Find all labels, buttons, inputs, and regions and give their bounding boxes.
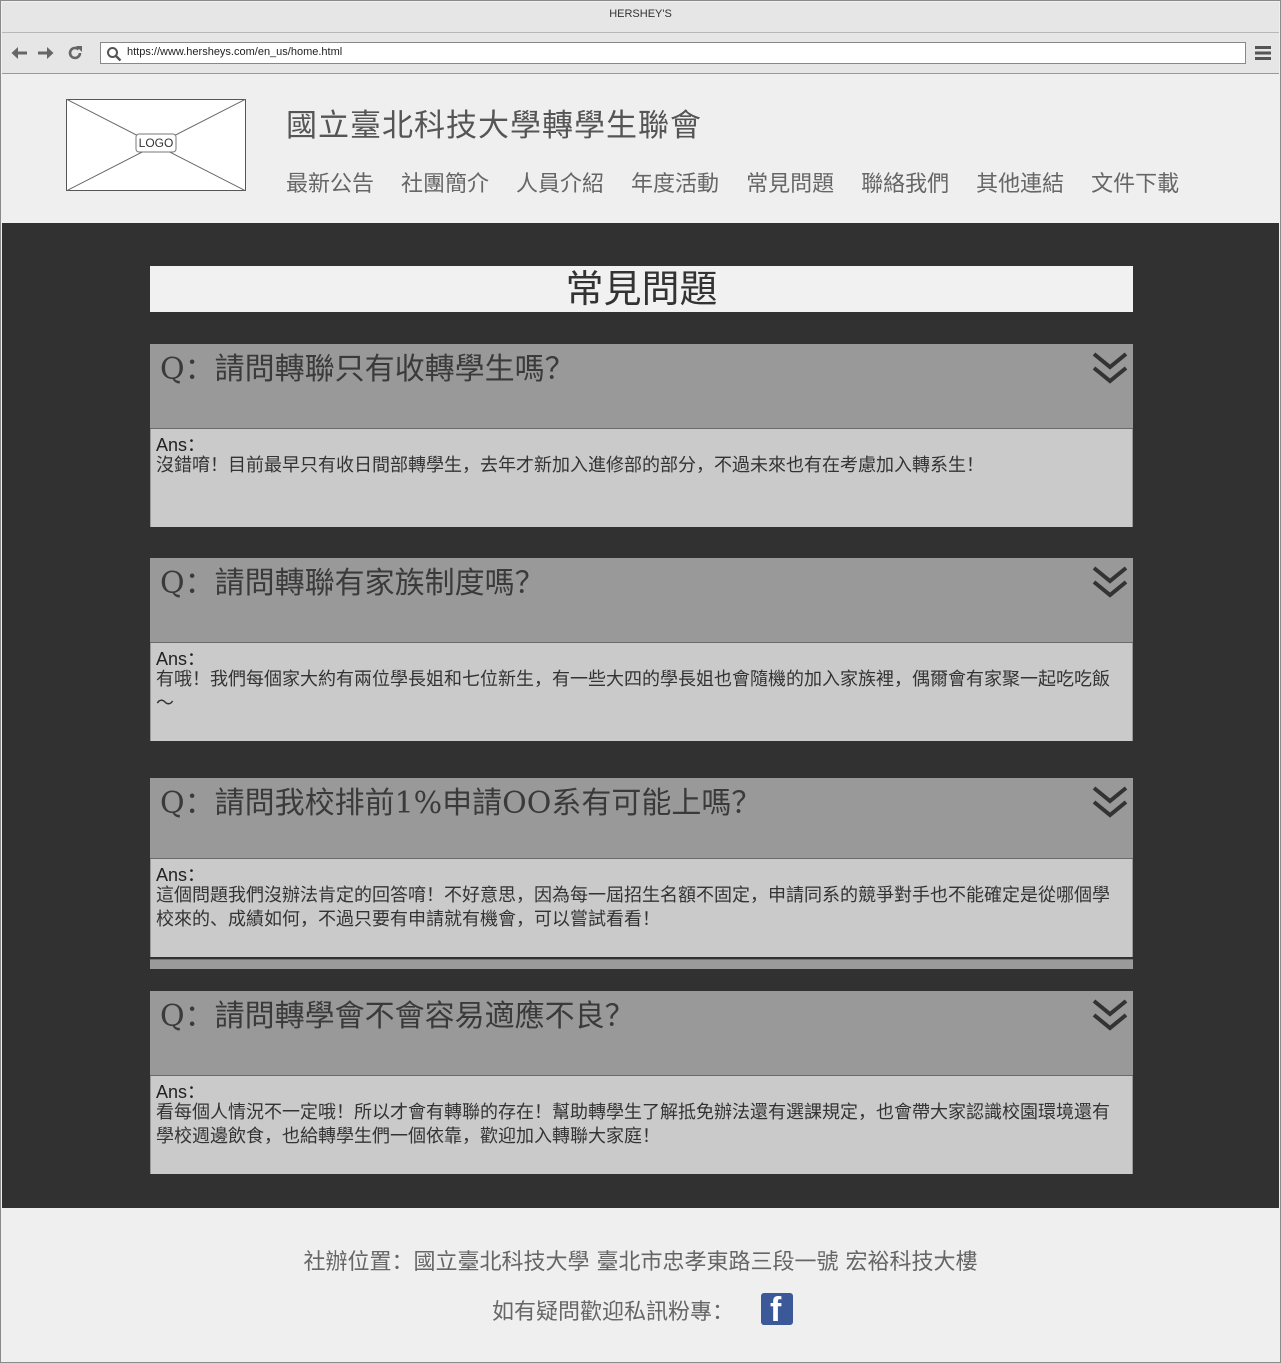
logo-placeholder[interactable]: LOGO xyxy=(66,99,246,191)
address-bar[interactable]: https://www.hersheys.com/en_us/home.html xyxy=(100,42,1246,64)
faq-answer: 這個問題我們沒辦法肯定的回答唷！不好意思，因為每一屆招生名額不固定，申請同系的競… xyxy=(156,885,1110,930)
main-content: 常見問題 Q：請問轉聯只有收轉學生嗎？ Ans： 沒錯唷！目前最早只有收日間部轉… xyxy=(2,223,1279,1208)
nav-item-faq[interactable]: 常見問題 xyxy=(746,166,834,198)
faq-answer-panel: Ans： 沒錯唷！目前最早只有收日間部轉學生，去年才新加入進修部的部分，不過未來… xyxy=(150,429,1133,527)
search-icon xyxy=(107,47,122,62)
faq-question-bar[interactable]: Q：請問轉學會不會容易適應不良？ xyxy=(150,991,1133,1076)
faq-answer: 沒錯唷！目前最早只有收日間部轉學生，去年才新加入進修部的部分，不過未來也有在考慮… xyxy=(156,455,984,476)
faq-answer: 有哦！我們每個家大約有兩位學長姐和七位新生，有一些大四的學長姐也會隨機的加入家族… xyxy=(156,669,1110,714)
nav-item-links[interactable]: 其他連結 xyxy=(976,166,1064,198)
reload-icon[interactable] xyxy=(65,43,85,63)
faq-item: Q：請問轉學會不會容易適應不良？ Ans： 看每個人情況不一定哦！所以才會有轉聯… xyxy=(150,991,1133,1174)
hamburger-menu-icon[interactable] xyxy=(1254,43,1272,63)
back-arrow-icon[interactable] xyxy=(10,43,30,63)
faq-question: Q：請問轉學會不會容易適應不良？ xyxy=(160,999,635,1034)
main-nav: 最新公告 社團簡介 人員介紹 年度活動 常見問題 聯絡我們 其他連結 文件下載 xyxy=(286,166,1179,198)
footer-contact: 如有疑問歡迎私訊粉專： xyxy=(492,1300,735,1325)
nav-item-contact[interactable]: 聯絡我們 xyxy=(861,166,949,198)
faq-divider-strip xyxy=(150,959,1133,969)
browser-toolbar: https://www.hersheys.com/en_us/home.html xyxy=(2,33,1279,74)
nav-item-activities[interactable]: 年度活動 xyxy=(631,166,719,198)
site-header: LOGO 國立臺北科技大學轉學生聯會 最新公告 社團簡介 人員介紹 年度活動 常… xyxy=(2,74,1279,223)
faq-item: Q：請問轉聯只有收轉學生嗎？ Ans： 沒錯唷！目前最早只有收日間部轉學生，去年… xyxy=(150,344,1133,527)
double-chevron-down-icon[interactable] xyxy=(1091,997,1129,1035)
faq-item: Q：請問我校排前1%申請OO系有可能上嗎？ Ans： 這個問題我們沒辦法肯定的回… xyxy=(150,778,1133,957)
logo-label: LOGO xyxy=(139,136,174,150)
page-title-box: 常見問題 xyxy=(150,266,1133,312)
faq-item: Q：請問轉聯有家族制度嗎？ Ans： 有哦！我們每個家大約有兩位學長姐和七位新生… xyxy=(150,558,1133,741)
faq-question-bar[interactable]: Q：請問我校排前1%申請OO系有可能上嗎？ xyxy=(150,778,1133,859)
faq-question: Q：請問轉聯有家族制度嗎？ xyxy=(160,566,545,601)
faq-question: Q：請問轉聯只有收轉學生嗎？ xyxy=(160,352,575,387)
nav-item-downloads[interactable]: 文件下載 xyxy=(1091,166,1179,198)
faq-answer: 看每個人情況不一定哦！所以才會有轉聯的存在！幫助轉學生了解抵免辦法還有選課規定，… xyxy=(156,1102,1110,1147)
nav-item-about[interactable]: 社團簡介 xyxy=(401,166,489,198)
nav-item-announcements[interactable]: 最新公告 xyxy=(286,166,374,198)
faq-question: Q：請問我校排前1%申請OO系有可能上嗎？ xyxy=(160,786,762,821)
double-chevron-down-icon[interactable] xyxy=(1091,564,1129,602)
double-chevron-down-icon[interactable] xyxy=(1091,784,1129,822)
forward-arrow-icon[interactable] xyxy=(35,43,55,63)
site-footer: 社辦位置：國立臺北科技大學 臺北市忠孝東路三段一號 宏裕科技大樓 如有疑問歡迎私… xyxy=(2,1208,1279,1362)
faq-question-bar[interactable]: Q：請問轉聯只有收轉學生嗎？ xyxy=(150,344,1133,429)
facebook-icon[interactable]: f xyxy=(761,1291,793,1329)
faq-answer-panel: Ans： 這個問題我們沒辦法肯定的回答唷！不好意思，因為每一屆招生名額不固定，申… xyxy=(150,859,1133,957)
nav-item-members[interactable]: 人員介紹 xyxy=(516,166,604,198)
faq-answer-panel: Ans： 看每個人情況不一定哦！所以才會有轉聯的存在！幫助轉學生了解抵免辦法還有… xyxy=(150,1076,1133,1174)
browser-titlebar: HERSHEY'S xyxy=(2,2,1279,33)
browser-window: HERSHEY'S https://www.hersheys.com/en_us… xyxy=(0,0,1281,1363)
url-text: https://www.hersheys.com/en_us/home.html xyxy=(127,46,343,58)
page-title: 常見問題 xyxy=(565,267,718,311)
window-title: HERSHEY'S xyxy=(609,8,672,20)
footer-address: 社辦位置：國立臺北科技大學 臺北市忠孝東路三段一號 宏裕科技大樓 xyxy=(303,1250,978,1275)
double-chevron-down-icon[interactable] xyxy=(1091,350,1129,388)
site-title: 國立臺北科技大學轉學生聯會 xyxy=(286,108,702,144)
faq-question-bar[interactable]: Q：請問轉聯有家族制度嗎？ xyxy=(150,558,1133,643)
faq-answer-panel: Ans： 有哦！我們每個家大約有兩位學長姐和七位新生，有一些大四的學長姐也會隨機… xyxy=(150,643,1133,741)
